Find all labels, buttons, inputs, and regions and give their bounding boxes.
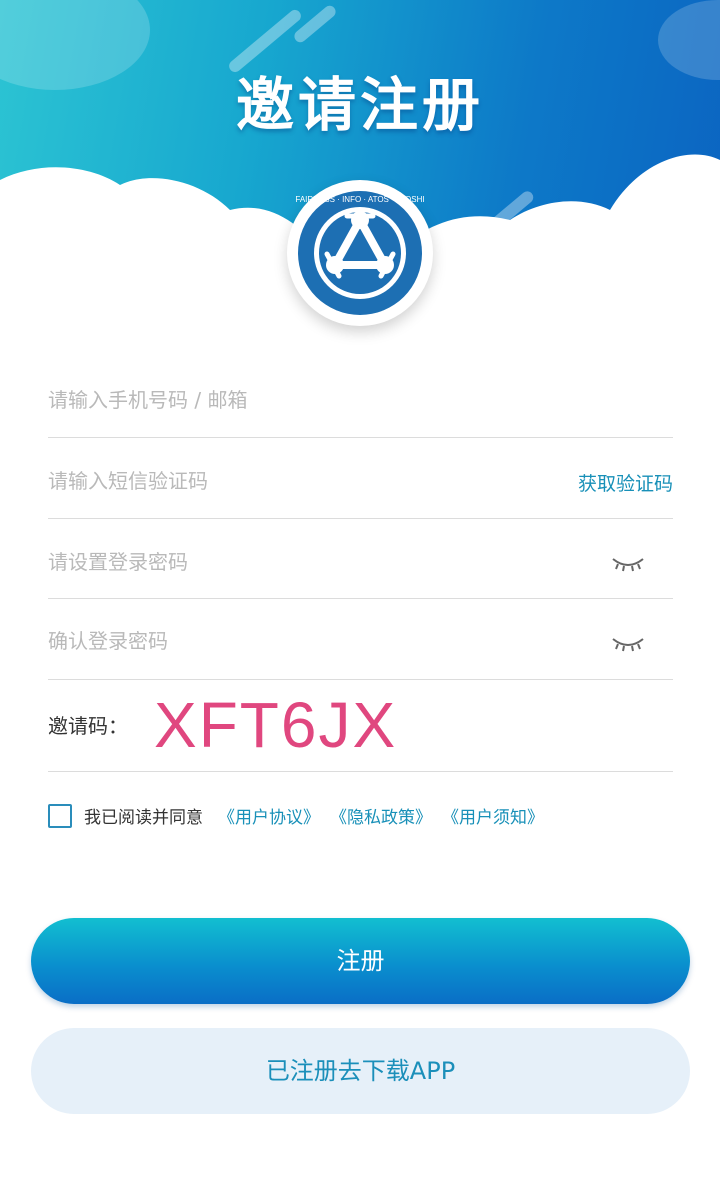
agreement-row: 我已阅读并同意 《用户协议》 《隐私政策》 《用户须知》 [48, 803, 688, 829]
password-input[interactable]: 请设置登录密码 [48, 546, 188, 575]
invite-code-value[interactable]: XFT6JX [154, 688, 397, 762]
sms-code-input[interactable]: 请输入短信验证码 [48, 465, 208, 494]
invite-code-label: 邀请码： [48, 714, 128, 738]
register-button[interactable]: 注册 [31, 918, 690, 1004]
svg-text:FAIRNESS · INFO · ATOS · ATOSH: FAIRNESS · INFO · ATOS · ATOSHI [295, 195, 424, 204]
phone-email-input[interactable]: 请输入手机号码 / 邮箱 [48, 384, 247, 413]
get-code-button[interactable]: 获取验证码 [578, 469, 673, 496]
user-notice-link[interactable]: 《用户须知》 [442, 803, 544, 828]
phone-email-field[interactable]: 请输入手机号码 / 邮箱 [48, 360, 673, 438]
page-title: 邀请注册 [235, 71, 484, 139]
sms-code-field[interactable]: 请输入短信验证码 获取验证码 [48, 438, 673, 519]
invite-code-field[interactable]: 邀请码： XFT6JX [48, 680, 673, 772]
confirm-password-input[interactable]: 确认登录密码 [48, 625, 168, 654]
password-field[interactable]: 请设置登录密码 [48, 519, 673, 599]
user-agreement-link[interactable]: 《用户协议》 [218, 803, 320, 828]
privacy-policy-link[interactable]: 《隐私政策》 [330, 803, 432, 828]
agree-checkbox[interactable] [48, 804, 72, 828]
decor-stripe [291, 3, 339, 45]
eye-closed-icon[interactable] [611, 635, 645, 653]
confirm-password-field[interactable]: 确认登录密码 [48, 599, 673, 680]
app-logo: FAIRNESS · INFO · ATOS · ATOSHI [287, 180, 433, 326]
agreement-text: 我已阅读并同意 [84, 808, 203, 828]
eye-closed-icon[interactable] [611, 555, 645, 573]
download-app-button[interactable]: 已注册去下载APP [31, 1028, 690, 1114]
